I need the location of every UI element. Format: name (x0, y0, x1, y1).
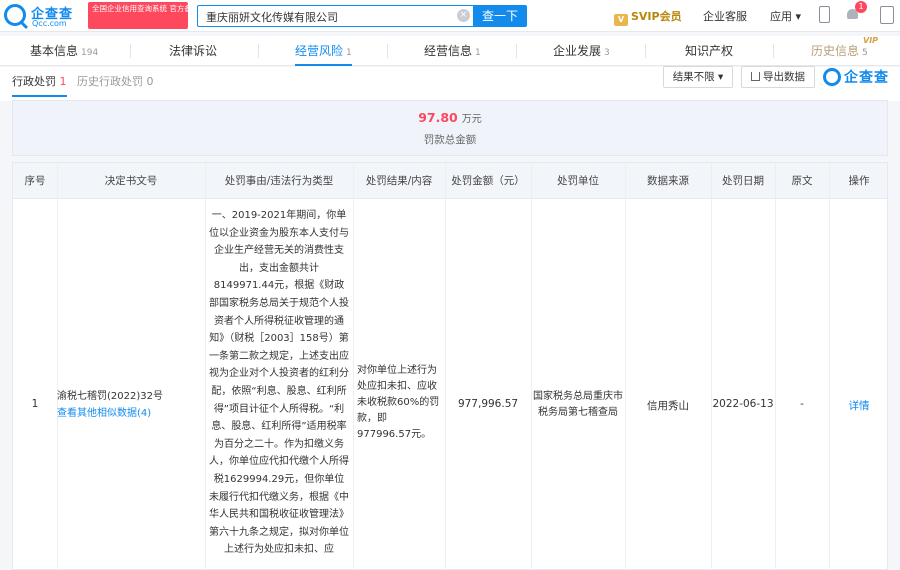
tab-development[interactable]: 企业发展 3 (553, 36, 610, 66)
column-divider (57, 163, 58, 570)
customer-service-link[interactable]: 企业客服 (703, 8, 747, 24)
original-doc: - (800, 398, 804, 410)
result-filter-dropdown[interactable]: 结果不限 ▾ (663, 66, 733, 88)
export-icon (751, 72, 760, 81)
col-header-date: 处罚日期 (722, 175, 764, 187)
tab-divider (516, 44, 517, 58)
subtab-history-penalty[interactable]: 历史行政处罚 0 (77, 69, 154, 97)
tab-divider (773, 44, 774, 58)
top-bar: 企查查 Qcc.com 全国企业信用查询系统 官方备案企业征信机构 重庆丽妍文化… (0, 0, 900, 32)
column-divider (445, 163, 446, 570)
search-input[interactable]: 重庆丽妍文化传媒有限公司 (197, 5, 473, 27)
table-header: 序号 决定书文号 处罚事由/违法行为类型 处罚结果/内容 处罚金额（元） 处罚单… (13, 163, 887, 199)
col-header-reason: 处罚事由/违法行为类型 (224, 175, 334, 187)
magnifier-logo-icon (4, 4, 26, 26)
penalty-reason: 一、2019-2021年期间，你单位以企业资金为股东本人支付与企业生产经营无关的… (209, 210, 349, 556)
total-amount-label: 罚款总金额 (423, 134, 477, 146)
svip-link[interactable]: V SVIP会员 (614, 8, 682, 26)
phone-icon[interactable] (819, 6, 830, 23)
penalty-table: 序号 决定书文号 处罚事由/违法行为类型 处罚结果/内容 处罚金额（元） 处罚单… (12, 162, 888, 570)
vip-tag: VIP (863, 36, 879, 45)
tab-divider (645, 44, 646, 58)
col-header-original: 原文 (791, 175, 813, 187)
crown-icon: V (614, 14, 628, 26)
col-header-result: 处罚结果/内容 (365, 175, 433, 187)
tab-business-risk[interactable]: 经营风险 1 (295, 36, 352, 66)
qcc-logo[interactable]: 企查查 Qcc.com (4, 3, 86, 29)
logo-domain: Qcc.com (32, 19, 67, 28)
col-header-amount: 处罚金额（元） (451, 175, 525, 187)
penalty-summary: 97.80 万元 罚款总金额 (12, 100, 888, 156)
tab-divider (387, 44, 388, 58)
column-divider (205, 163, 206, 570)
doc-number: 渝税七稽罚(2022)32号 (57, 391, 163, 402)
app-menu[interactable]: 应用 ▾ (770, 8, 801, 24)
total-amount: 97.80 万元 (418, 110, 482, 125)
column-divider (775, 163, 776, 570)
column-divider (353, 163, 354, 570)
penalty-authority: 国家税务总局重庆市税务局第七稽查局 (533, 391, 623, 418)
column-divider (829, 163, 830, 570)
clear-icon[interactable]: × (457, 9, 470, 22)
tab-history[interactable]: 历史信息 5 (811, 36, 868, 66)
penalty-amount: 977,996.57 (457, 398, 519, 410)
detail-link[interactable]: 详情 (829, 398, 889, 413)
tab-legal[interactable]: 法律诉讼 (169, 36, 220, 66)
penalty-date: 2022-06-13 (712, 398, 774, 410)
brand-text: 企查查 (844, 70, 889, 86)
column-divider (625, 163, 626, 570)
svip-label: SVIP会员 (631, 10, 682, 23)
column-divider (711, 163, 712, 570)
tab-divider (258, 44, 259, 58)
tab-basic-info[interactable]: 基本信息 194 (30, 36, 98, 66)
search-button[interactable]: 查一下 (473, 5, 527, 27)
col-header-action: 操作 (848, 175, 870, 187)
column-divider (531, 163, 532, 570)
tab-ip[interactable]: 知识产权 (685, 36, 736, 66)
col-header-authority: 处罚单位 (557, 175, 599, 187)
doc-number-cell: 渝税七稽罚(2022)32号 查看其他相似数据(4) (57, 388, 167, 422)
col-header-index: 序号 (24, 175, 46, 187)
tab-business-info[interactable]: 经营信息 1 (424, 36, 481, 66)
export-button[interactable]: 导出数据 (741, 66, 815, 88)
tab-divider (130, 44, 131, 58)
penalty-result: 对你单位上述行为处应扣未扣、应收未收税款60%的罚款，即977996.57元。 (357, 365, 440, 440)
row-index: 1 (31, 398, 39, 410)
similar-data-link[interactable]: 查看其他相似数据(4) (57, 405, 167, 422)
credit-badge[interactable]: 全国企业信用查询系统 官方备案企业征信机构 (88, 2, 188, 29)
data-source: 信用秀山 (647, 400, 689, 412)
col-header-source: 数据来源 (647, 175, 689, 187)
category-tabs: 基本信息 194 法律诉讼 经营风险 1 经营信息 1 企业发展 3 知识产权 历史信息… (0, 36, 900, 66)
col-header-doc-number: 决定书文号 (104, 175, 158, 187)
magnifier-logo-icon (823, 68, 841, 86)
subtab-admin-penalty[interactable]: 行政处罚 1 (12, 69, 67, 97)
notification-badge: 1 (855, 1, 867, 13)
document-icon[interactable] (880, 6, 894, 24)
